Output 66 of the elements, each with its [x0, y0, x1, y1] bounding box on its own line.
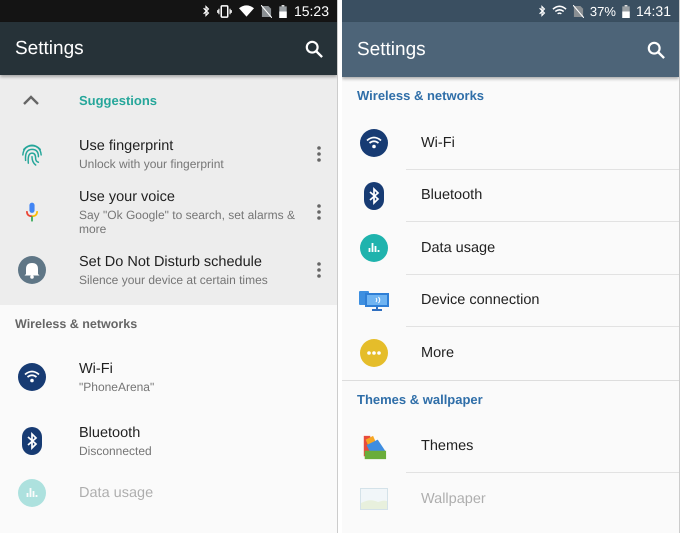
overflow-menu-icon[interactable] — [317, 146, 321, 162]
suggestions-title: Suggestions — [79, 92, 158, 108]
item-title: Themes — [421, 438, 474, 454]
settings-item[interactable]: Bluetooth — [342, 170, 679, 222]
item-subtitle: "PhoneArena" — [79, 380, 156, 394]
item-title: Wallpaper — [421, 491, 487, 508]
item-title: Device connection — [421, 292, 540, 308]
bar-chart-icon — [18, 479, 46, 507]
item-title: Set Do Not Disturb schedule — [79, 254, 263, 270]
item-title: Use fingerprint — [79, 138, 174, 154]
wifi-signal-icon — [552, 5, 567, 17]
battery-icon — [278, 4, 287, 18]
category-header: Themes & wallpaper — [356, 390, 484, 409]
settings-item[interactable]: More — [342, 327, 679, 380]
item-title: Data usage — [421, 240, 496, 256]
vibrate-icon — [216, 4, 232, 18]
suggestion-item[interactable]: Set Do Not Disturb schedule Silence your device at certain times — [0, 241, 337, 299]
item-subtitle: Unlock with your fingerprint — [79, 156, 225, 170]
overflow-menu-icon[interactable] — [317, 204, 321, 220]
app-bar-title: Settings — [357, 38, 426, 60]
settings-item[interactable]: Wi-Fi — [342, 117, 679, 170]
bluetooth-icon — [364, 182, 384, 210]
settings-item[interactable]: Data usage — [342, 222, 679, 274]
bar-chart-icon — [360, 234, 388, 262]
settings-item[interactable]: Themes — [342, 420, 679, 473]
microphone-icon — [26, 201, 38, 223]
battery-percent: 37% — [590, 4, 616, 18]
battery-icon — [622, 4, 630, 18]
status-time: 14:31 — [636, 3, 671, 19]
item-title: Wi-Fi — [421, 134, 456, 151]
item-subtitle: Say "Ok Google" to search, set alarms & more — [79, 208, 296, 236]
color-fan-icon — [361, 434, 387, 460]
search-icon[interactable] — [647, 40, 665, 58]
category-header: Wireless & networks — [14, 316, 138, 333]
overflow-menu-icon[interactable] — [317, 262, 321, 278]
item-title: Wi-Fi — [79, 360, 114, 376]
caret-icon[interactable] — [23, 95, 39, 105]
bluetooth-icon — [202, 5, 210, 17]
suggestion-item[interactable]: Use fingerprint Unlock with your fingerprint — [0, 125, 337, 183]
more-icon — [360, 339, 388, 368]
settings-item[interactable]: Bluetooth Disconnected — [0, 409, 337, 473]
app-bar-title: Settings — [15, 38, 84, 60]
bell-icon — [18, 256, 46, 284]
wifi-icon — [18, 363, 46, 391]
item-title: Bluetooth — [421, 187, 484, 204]
fingerprint-icon — [21, 142, 43, 166]
item-title: Bluetooth — [79, 424, 142, 440]
settings-item[interactable]: Device connection — [342, 274, 679, 327]
no-sim-icon — [572, 4, 584, 18]
item-subtitle: Silence your device at certain times — [79, 272, 269, 286]
item-title: Data usage — [79, 485, 154, 501]
item-title: Use your voice — [79, 188, 176, 204]
bluetooth-icon — [538, 5, 546, 17]
item-title: More — [421, 345, 456, 362]
settings-item[interactable]: Wi-Fi "PhoneArena" — [0, 345, 337, 409]
wifi-icon — [360, 129, 388, 158]
suggestion-item[interactable]: Use your voice Say "Ok Google" to search, set alarms & more — [0, 183, 337, 241]
search-icon[interactable] — [305, 40, 323, 58]
no-sim-icon — [260, 4, 272, 18]
landscape-icon — [360, 488, 388, 510]
bluetooth-icon — [22, 427, 42, 455]
category-header: Wireless & networks — [356, 87, 486, 105]
wifi-signal-icon — [238, 5, 254, 17]
monitors-icon — [359, 290, 389, 312]
item-subtitle: Disconnected — [79, 444, 153, 458]
status-time: 15:23 — [294, 3, 329, 19]
